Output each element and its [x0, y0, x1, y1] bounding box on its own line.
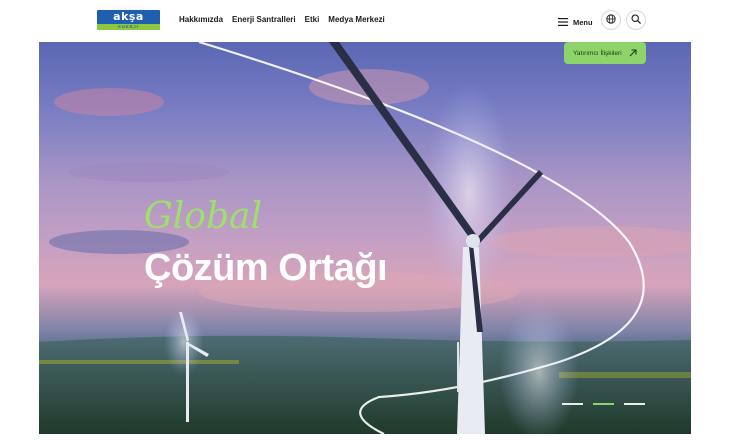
- hero-headline-line1: Global: [144, 196, 262, 237]
- hamburger-icon: [558, 13, 568, 31]
- logo-wordmark: akşa: [113, 10, 144, 23]
- hero-banner: Yatırımcı İlişkileri Global Çözüm Ortağı: [39, 42, 691, 434]
- main-nav: Hakkımızda Enerji Santralleri Etki Medya…: [179, 14, 385, 26]
- investor-relations-label: Yatırımcı İlişkileri: [573, 49, 622, 57]
- hero-headline-line2: Çözüm Ortağı: [144, 247, 388, 289]
- nav-item-medya-merkezi[interactable]: Medya Merkezi: [328, 14, 384, 26]
- menu-label: Menu: [573, 17, 593, 27]
- investor-relations-button[interactable]: Yatırımcı İlişkileri: [564, 42, 646, 64]
- arrow-up-right-icon: [629, 44, 637, 62]
- site-header: akşa ENERJİ Hakkımızda Enerji Santraller…: [0, 0, 730, 42]
- logo-tagline: ENERJİ: [97, 24, 160, 30]
- language-button[interactable]: [601, 10, 621, 30]
- nav-item-hakkimizda[interactable]: Hakkımızda: [179, 14, 223, 26]
- aksa-logo[interactable]: akşa ENERJİ: [97, 10, 160, 30]
- nav-item-etki[interactable]: Etki: [305, 14, 320, 26]
- globe-icon: [606, 11, 616, 29]
- search-icon: [631, 11, 641, 29]
- slide-dot-1[interactable]: [562, 403, 583, 405]
- hero-background-image: [39, 42, 691, 434]
- slide-dot-3[interactable]: [624, 403, 645, 405]
- nav-item-enerji-santralleri[interactable]: Enerji Santralleri: [232, 14, 296, 26]
- slide-indicators: [562, 403, 645, 405]
- menu-button[interactable]: Menu: [558, 13, 593, 31]
- slide-dot-2[interactable]: [593, 403, 614, 405]
- search-button[interactable]: [626, 10, 646, 30]
